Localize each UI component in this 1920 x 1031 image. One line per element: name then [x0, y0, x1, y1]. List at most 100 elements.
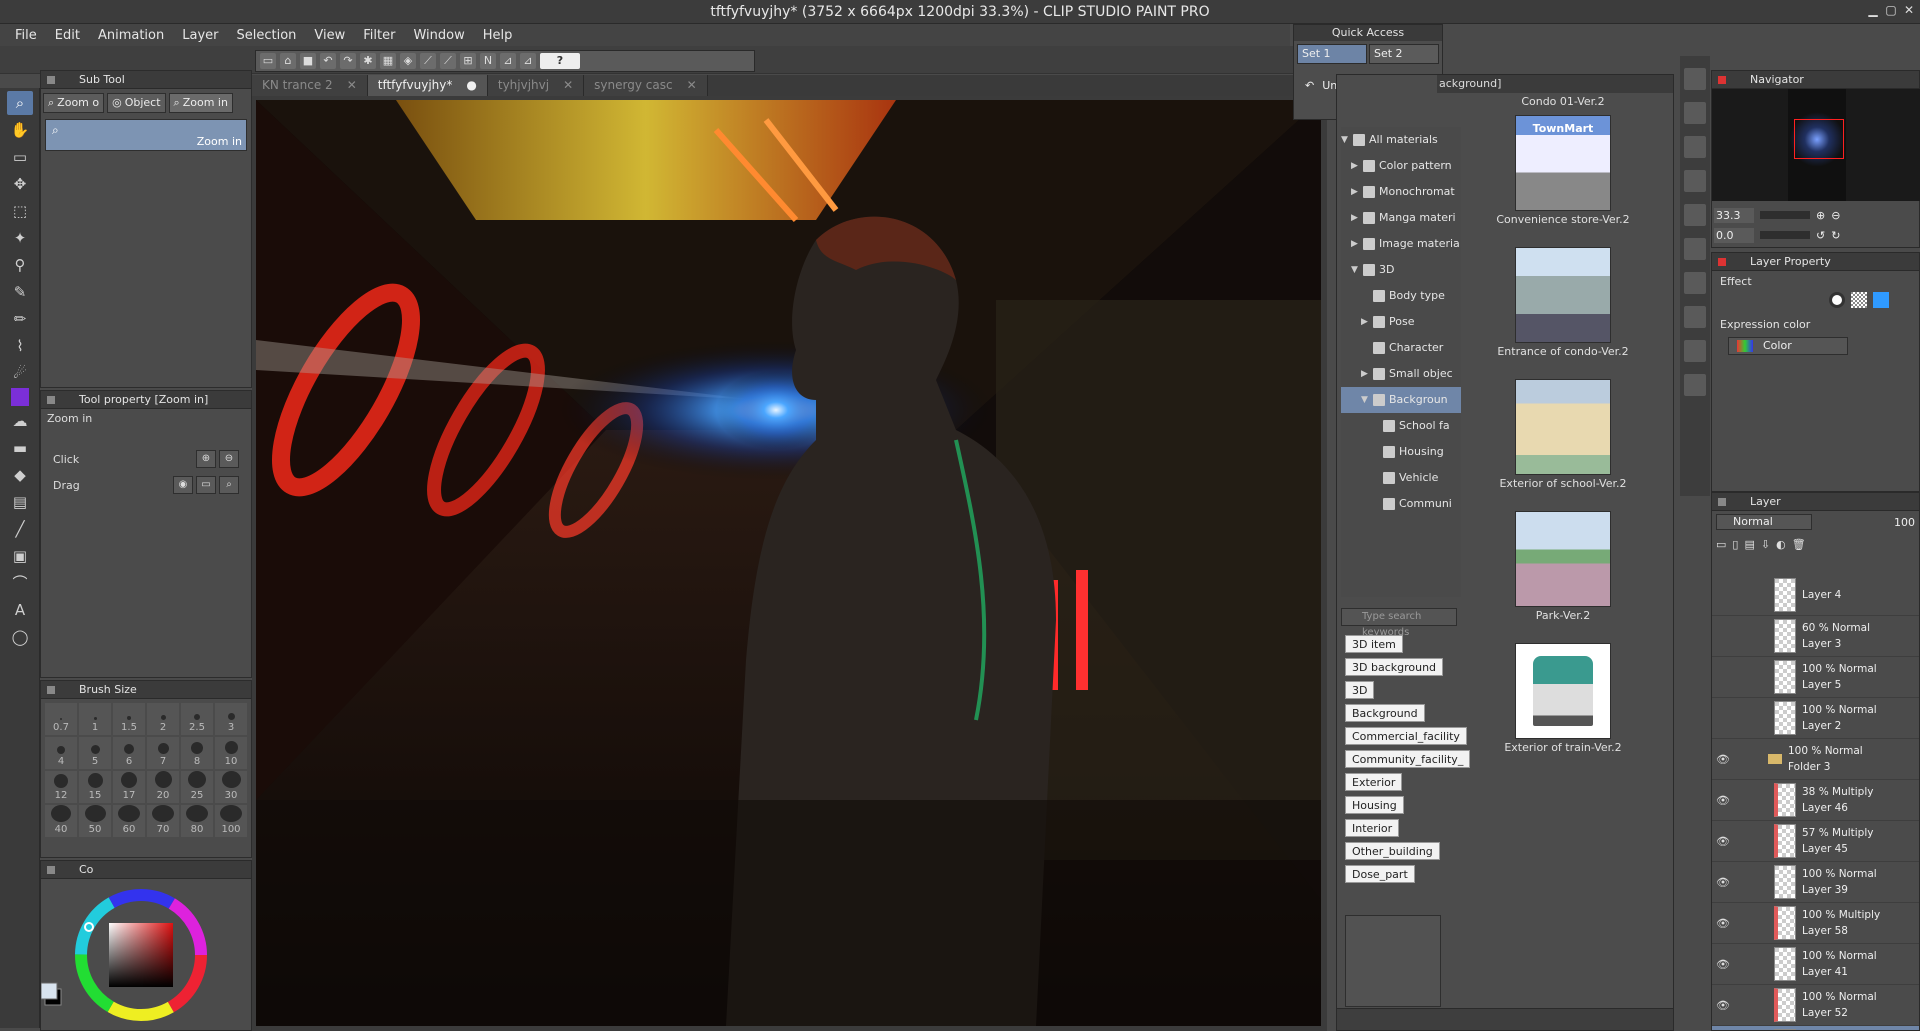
auto-select-tool-icon[interactable]: ✦ [7, 226, 33, 250]
material-tree-item[interactable]: ▶ Image materia [1341, 231, 1461, 257]
main-color-swatch[interactable] [11, 388, 29, 406]
tab-synergy[interactable]: synergy casc ✕ [584, 75, 708, 96]
brush-size-option[interactable]: 40 [45, 805, 77, 837]
zoom-out-icon[interactable]: ⊖ [1831, 209, 1840, 222]
snap-guide-icon[interactable]: ⊞ [460, 53, 476, 69]
merge-down-icon[interactable]: ⇩ [1761, 538, 1770, 551]
open-file-icon[interactable]: ⌂ [280, 53, 296, 69]
panel-icon[interactable] [1684, 204, 1706, 226]
material-tag[interactable]: Background [1345, 704, 1425, 722]
brush-size-option[interactable]: 20 [147, 771, 179, 803]
layer-color-icon[interactable] [1873, 292, 1889, 308]
brush-size-option[interactable]: 6 [113, 737, 145, 769]
panel-icon[interactable] [1684, 102, 1706, 124]
pencil-tool-icon[interactable]: ✏ [7, 307, 33, 331]
panel-icon[interactable] [1684, 170, 1706, 192]
material-tree-item[interactable]: Communi [1341, 491, 1461, 517]
material-tree-item[interactable]: School fa [1341, 413, 1461, 439]
material-item[interactable]: Exterior of train-Ver.2 [1465, 643, 1661, 771]
material-tree-item[interactable]: ▼ 3D [1341, 257, 1461, 283]
close-icon[interactable]: ✕ [347, 75, 357, 96]
material-tree-item[interactable]: ▶ Color pattern [1341, 153, 1461, 179]
material-tag[interactable]: Interior [1345, 819, 1400, 837]
quick-access-set-1[interactable]: Set 1 [1297, 44, 1367, 64]
material-tree-item[interactable]: Body type [1341, 283, 1461, 309]
operation-tool-icon[interactable]: ▭ [7, 145, 33, 169]
subtool-item-zoom-in[interactable]: ⌕ Zoom in [45, 119, 247, 151]
brush-size-option[interactable]: 5 [79, 737, 111, 769]
save-icon[interactable]: ■ [300, 53, 316, 69]
rotation-value[interactable]: 0.0 [1714, 227, 1754, 243]
menu-selection[interactable]: Selection [227, 28, 305, 43]
material-tag[interactable]: Other_building [1345, 842, 1440, 860]
material-item[interactable]: Entrance of condo-Ver.2 [1465, 247, 1661, 375]
drag-rect-option-icon[interactable]: ▭ [196, 476, 216, 494]
navigator-thumbnail[interactable] [1712, 89, 1920, 201]
menu-edit[interactable]: Edit [46, 28, 89, 43]
material-item[interactable]: Exterior of school-Ver.2 [1465, 379, 1661, 507]
text-tool-icon[interactable]: A [7, 598, 33, 622]
material-tree-item[interactable]: ▶ Small objec [1341, 361, 1461, 387]
material-tree-item[interactable]: Vehicle [1341, 465, 1461, 491]
drag-zoom-option-icon[interactable]: ◉ [173, 476, 193, 494]
layer-row[interactable]: Layer 4 [1712, 575, 1919, 616]
tone-effect-icon[interactable] [1851, 292, 1867, 308]
zoom-tool-icon[interactable]: ⌕ [7, 91, 33, 115]
brush-size-option[interactable]: 80 [181, 805, 213, 837]
fill-icon[interactable]: ▦ [380, 53, 396, 69]
brush-size-option[interactable]: 50 [79, 805, 111, 837]
airbrush-tool-icon[interactable]: ☄ [7, 361, 33, 385]
subtool-object-button[interactable]: ◎ Object [107, 93, 166, 113]
expand-arrow-icon[interactable]: ▶ [1351, 153, 1359, 179]
expand-arrow-icon[interactable]: ▶ [1361, 361, 1369, 387]
transform-icon[interactable]: ◈ [400, 53, 416, 69]
brush-size-option[interactable]: 0.7 [45, 703, 77, 735]
layer-row[interactable]: 👁 100 % Multiply Layer 58 [1712, 903, 1919, 944]
snap-grid-icon[interactable]: ⊿ [500, 53, 516, 69]
brush-size-option[interactable]: 2.5 [181, 703, 213, 735]
layer-row[interactable]: 👁 100 % Normal Layer 41 [1712, 944, 1919, 985]
material-tag[interactable]: 3D [1345, 681, 1375, 699]
expand-arrow-icon[interactable]: ▼ [1341, 127, 1349, 153]
visibility-eye-icon[interactable]: 👁 [1712, 917, 1734, 930]
expand-arrow-icon[interactable]: ▶ [1351, 231, 1359, 257]
zoom-in-option-icon[interactable]: ⊕ [196, 450, 216, 468]
snap-icon[interactable]: ⟋ [420, 53, 436, 69]
undo-icon[interactable]: ↶ [320, 53, 336, 69]
brush-size-option[interactable]: 3 [215, 703, 247, 735]
rotate-left-icon[interactable]: ↺ [1816, 229, 1825, 242]
layer-row[interactable]: 👁 100 % Normal Layer 39 [1712, 862, 1919, 903]
layer-folder-row[interactable]: 👁 100 % Normal Folder 3 [1712, 739, 1919, 780]
frame-tool-icon[interactable]: ▣ [7, 544, 33, 568]
material-tag[interactable]: Community_facility_ [1345, 750, 1471, 768]
panel-icon[interactable] [1684, 238, 1706, 260]
brush-size-option[interactable]: 17 [113, 771, 145, 803]
material-tag[interactable]: 3D background [1345, 658, 1444, 676]
eyedropper-tool-icon[interactable]: ⚲ [7, 253, 33, 277]
brush-size-option[interactable]: 10 [215, 737, 247, 769]
visibility-eye-icon[interactable]: 👁 [1712, 958, 1734, 971]
panel-icon[interactable] [1684, 68, 1706, 90]
minimize-icon[interactable]: ▁ [1866, 3, 1880, 17]
visibility-eye-icon[interactable]: 👁 [1712, 835, 1734, 848]
material-tree-item[interactable]: Housing [1341, 439, 1461, 465]
blend-mode-select[interactable]: Normal [1716, 514, 1812, 530]
panel-icon[interactable] [1684, 374, 1706, 396]
visibility-eye-icon[interactable]: 👁 [1712, 794, 1734, 807]
material-item[interactable]: Park-Ver.2 [1465, 511, 1661, 639]
brush-size-option[interactable]: 8 [181, 737, 213, 769]
figure-tool-icon[interactable]: ╱ [7, 517, 33, 541]
brush-size-option[interactable]: 7 [147, 737, 179, 769]
clear-icon[interactable]: ✱ [360, 53, 376, 69]
ruler-tool-icon[interactable]: ⌒ [7, 571, 33, 595]
expand-arrow-icon[interactable]: ▶ [1351, 205, 1359, 231]
new-vector-layer-icon[interactable]: ▯ [1732, 538, 1738, 551]
opacity-value[interactable]: 100 [1894, 516, 1915, 529]
panel-icon[interactable] [1684, 272, 1706, 294]
menu-layer[interactable]: Layer [173, 28, 227, 43]
material-tree-item[interactable]: ▼ Backgroun [1341, 387, 1461, 413]
snap-special-icon[interactable]: N [480, 53, 496, 69]
maximize-icon[interactable]: ▢ [1884, 3, 1898, 17]
tab-tyhjvjhvj[interactable]: tyhjvjhvj ✕ [487, 75, 585, 96]
balloon-tool-icon[interactable]: ◯ [7, 625, 33, 649]
